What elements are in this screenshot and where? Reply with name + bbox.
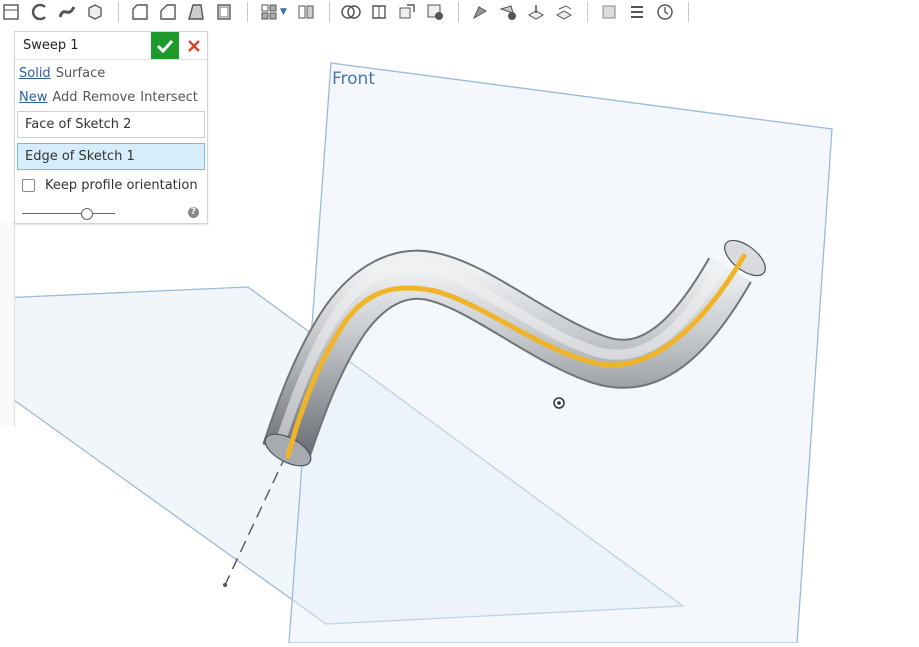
toolbar-separator [247,2,248,22]
operation-row: New Add Remove Intersect [15,85,207,109]
chamfer-icon[interactable] [129,2,151,22]
operation-new[interactable]: New [19,90,47,105]
operation-remove[interactable]: Remove [83,90,136,105]
move-face-icon[interactable] [525,2,547,22]
feature-list-collapsed[interactable] [0,222,15,427]
operation-intersect[interactable]: Intersect [140,90,198,105]
history-icon[interactable] [654,2,676,22]
split-icon[interactable] [368,2,390,22]
axis-end-point [223,583,227,587]
delete-part-icon[interactable] [424,2,446,22]
mirror-icon[interactable] [295,2,317,22]
toolbar-separator [586,2,588,22]
cancel-button[interactable] [181,32,207,59]
keep-orientation-row: Keep profile orientation [22,178,207,193]
feature-toolbar: ▼ [0,0,919,24]
keep-orientation-checkbox[interactable] [22,179,35,192]
boolean-icon[interactable] [340,2,362,22]
shell-icon[interactable] [213,2,235,22]
body-type-row: Solid Surface [15,61,207,85]
modify-face-icon[interactable] [469,2,491,22]
draft-icon[interactable] [157,2,179,22]
helix-icon[interactable] [626,2,648,22]
body-type-solid[interactable]: Solid [19,66,51,81]
loft-icon[interactable] [185,2,207,22]
delete-face-icon[interactable] [497,2,519,22]
plane-icon[interactable] [598,2,620,22]
path-selection-field[interactable]: Edge of Sketch 1 [17,143,205,170]
sweep-dialog: Sweep 1 Solid Surface New Add Remove Int… [14,31,208,224]
curve-icon[interactable] [56,2,78,22]
toolbar-separator [118,2,119,22]
toolbar-separator [687,2,689,22]
help-icon[interactable]: ? [188,207,199,218]
chevron-down-icon[interactable]: ▼ [280,7,287,17]
dialog-header: Sweep 1 [15,32,207,60]
preview-slider[interactable]: ? [22,207,202,220]
dialog-title: Sweep 1 [23,38,79,53]
toolbar-separator [328,2,330,22]
accept-button[interactable] [151,32,179,59]
front-plane-label[interactable]: Front [332,69,375,89]
slider-thumb[interactable] [81,208,94,220]
operation-add[interactable]: Add [52,90,77,105]
slider-track[interactable] [22,213,115,214]
replace-face-icon[interactable] [553,2,575,22]
toolbar-separator [457,2,459,22]
checkmark-icon [157,39,173,53]
import-icon[interactable] [84,2,106,22]
keep-orientation-label: Keep profile orientation [45,178,198,193]
profile-selection-field[interactable]: Face of Sketch 2 [17,111,205,138]
fillet-icon[interactable] [28,2,50,22]
transform-icon[interactable] [396,2,418,22]
body-type-surface[interactable]: Surface [56,66,106,81]
pattern-icon[interactable] [258,2,280,22]
close-icon [188,39,200,52]
new-sketch-icon[interactable] [0,2,22,22]
